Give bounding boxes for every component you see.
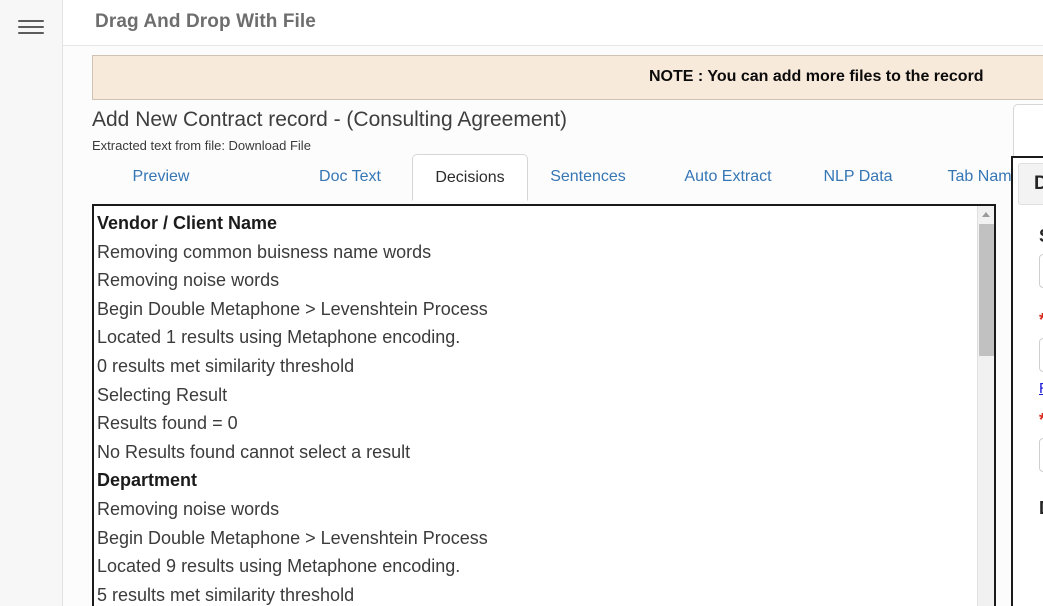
- decision-line: No Results found cannot select a result: [97, 441, 411, 462]
- extracted-text-line: Extracted text from file: Download File: [92, 138, 311, 153]
- details-tab-stub[interactable]: [1013, 104, 1043, 156]
- tab-preview[interactable]: Preview: [106, 154, 216, 201]
- tab-bar: Preview Doc Text Decisions Sentences Auto Ex…: [92, 154, 1022, 201]
- decision-line: Results found = 0: [97, 413, 238, 434]
- record-heading: Add New Contract record - (Consulting Ag…: [92, 108, 568, 131]
- decision-line: Removing common buisness name words: [97, 241, 432, 262]
- tab-label: Decisions: [435, 169, 505, 186]
- required-marker: *: [1039, 310, 1043, 330]
- decision-line: Removing noise words: [97, 498, 280, 519]
- app-header: Drag And Drop With File: [63, 0, 1043, 46]
- details-card: Details Status Pending *Vendor / Client …: [1011, 156, 1043, 606]
- decision-line: Selecting Result: [97, 384, 228, 405]
- extracted-text-prefix: Extracted text from file:: [92, 138, 229, 153]
- contract-type-label: *Contract Type: [1039, 410, 1043, 431]
- app-root: Drag And Drop With File NOTE : You can a…: [0, 0, 1043, 606]
- risk-score-link[interactable]: Risk Score: [1039, 380, 1043, 397]
- decision-group-heading: Department: [97, 470, 198, 491]
- vendor-label: *Vendor / Client Name: [1039, 310, 1043, 331]
- description-label: Description: [1039, 498, 1043, 519]
- tab-label: Doc Text: [319, 168, 381, 185]
- hamburger-bar: [18, 26, 44, 28]
- decision-line: Located 9 results using Metaphone encodi…: [97, 556, 461, 577]
- details-card-header: Details: [1018, 163, 1043, 205]
- required-marker: *: [1039, 410, 1043, 430]
- main-content: NOTE : You can add more files to the rec…: [63, 46, 1043, 606]
- contract-type-field[interactable]: Consulting Agreement: [1039, 438, 1043, 472]
- hamburger-bar: [18, 32, 44, 34]
- decisions-list: Vendor / Client Name Removing common buis…: [94, 206, 964, 606]
- scroll-up-arrow-glyph: [982, 212, 990, 217]
- decision-line: Removing noise words: [97, 270, 280, 291]
- tab-label: NLP Data: [823, 168, 893, 185]
- note-banner-text: NOTE : You can add more files to the rec…: [649, 68, 984, 85]
- decisions-panel: Vendor / Client Name Removing common buis…: [92, 204, 996, 606]
- status-field[interactable]: Pending: [1039, 254, 1043, 288]
- tab-label: Tab Name: [947, 168, 1021, 185]
- tab-decisions[interactable]: Decisions: [412, 154, 528, 201]
- tab-sentences[interactable]: Sentences: [533, 154, 643, 201]
- tab-doc-text[interactable]: Doc Text: [300, 154, 400, 201]
- hamburger-bar: [18, 20, 44, 22]
- decision-line: Located 1 results using Metaphone encodi…: [97, 327, 461, 348]
- decision-group-heading: Vendor / Client Name: [97, 213, 278, 233]
- tab-label: Preview: [132, 168, 190, 185]
- scroll-up-arrow-icon[interactable]: [978, 206, 994, 223]
- tab-auto-extract[interactable]: Auto Extract: [667, 154, 789, 201]
- tab-label: Sentences: [550, 168, 626, 185]
- vendor-field[interactable]: Consult: [1039, 338, 1043, 372]
- details-card-title: Details: [1034, 173, 1043, 195]
- page-title: Drag And Drop With File: [95, 11, 316, 32]
- decision-line: 5 results met similarity threshold: [97, 584, 355, 605]
- decision-line: Begin Double Metaphone > Levenshtein Pro…: [97, 527, 488, 548]
- sidebar: [0, 0, 63, 606]
- decisions-scrollbar[interactable]: [977, 206, 994, 606]
- hamburger-icon[interactable]: [18, 14, 44, 34]
- scrollbar-thumb[interactable]: [979, 224, 994, 356]
- tab-label: Auto Extract: [684, 168, 772, 185]
- decision-line: 0 results met similarity threshold: [97, 355, 355, 376]
- download-file-link[interactable]: Download File: [229, 138, 311, 153]
- status-label: Status: [1039, 226, 1043, 247]
- decision-line: Begin Double Metaphone > Levenshtein Pro…: [97, 298, 488, 319]
- note-banner: NOTE : You can add more files to the rec…: [92, 55, 1043, 100]
- tab-nlp-data[interactable]: NLP Data: [804, 154, 912, 201]
